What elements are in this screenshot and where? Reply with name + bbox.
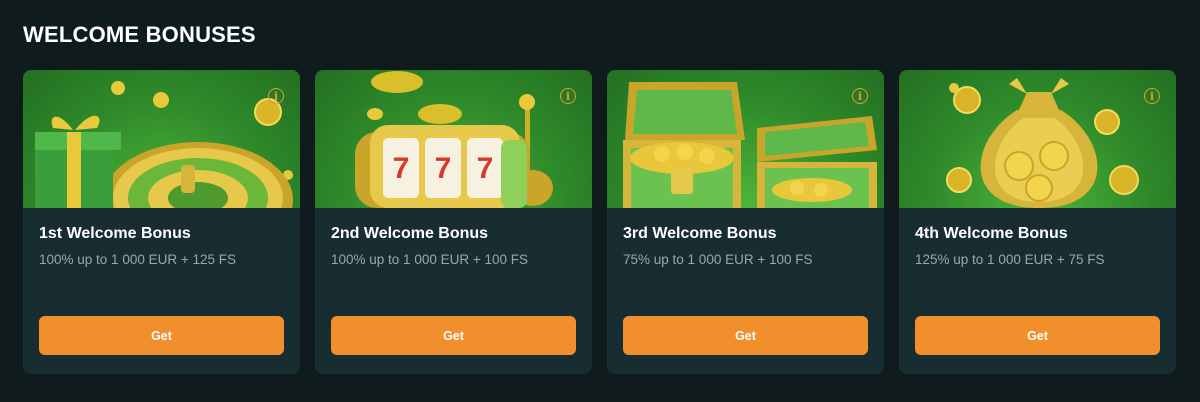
section-title: WELCOME BONUSES (23, 22, 256, 47)
bonus-card-title: 3rd Welcome Bonus (623, 225, 777, 242)
bonus-card-image (607, 70, 884, 208)
svg-text:7: 7 (477, 152, 494, 185)
bonus-card-description: 75% up to 1 000 EUR + 100 FS (623, 252, 813, 267)
svg-text:7: 7 (393, 152, 410, 185)
bonus-card-image (899, 70, 1176, 208)
bonus-card-3: 3rd Welcome Bonus 75% up to 1 000 EUR + … (607, 70, 884, 374)
info-icon[interactable]: i (1144, 88, 1160, 104)
bonus-card-1: 1st Welcome Bonus 100% up to 1 000 EUR +… (23, 70, 300, 374)
bonus-cards: 1st Welcome Bonus 100% up to 1 000 EUR +… (23, 70, 1176, 374)
bonus-card-description: 100% up to 1 000 EUR + 100 FS (331, 252, 529, 267)
bonus-card-image: 7 7 7 (315, 70, 592, 208)
info-icon[interactable]: i (560, 88, 576, 104)
bonus-card-4: 4th Welcome Bonus 125% up to 1 000 EUR +… (899, 70, 1176, 374)
bonus-card-description: 125% up to 1 000 EUR + 75 FS (915, 252, 1105, 267)
get-bonus-button[interactable]: Get (915, 316, 1160, 355)
get-bonus-button[interactable]: Get (623, 316, 868, 355)
bonus-card-description: 100% up to 1 000 EUR + 125 FS (39, 252, 237, 267)
slot-machine-icon: 7 7 7 (355, 71, 553, 208)
get-bonus-button[interactable]: Get (39, 316, 284, 355)
info-icon[interactable]: i (268, 88, 284, 104)
bonus-card-image (23, 70, 300, 208)
welcome-bonuses-page: WELCOME BONUSES 1st Welcome Bonus 100% u… (0, 0, 1200, 402)
money-bag-icon (946, 78, 1139, 208)
svg-text:7: 7 (435, 152, 452, 185)
get-bonus-button[interactable]: Get (331, 316, 576, 355)
bonus-card-title: 1st Welcome Bonus (39, 225, 191, 242)
treasure-chest-icon (623, 82, 877, 208)
bonus-card-title: 2nd Welcome Bonus (331, 225, 489, 242)
bonus-card-body: 2nd Welcome Bonus 100% up to 1 000 EUR +… (315, 208, 592, 267)
gift-roulette-icon (35, 81, 293, 208)
info-icon[interactable]: i (852, 88, 868, 104)
bonus-card-body: 1st Welcome Bonus 100% up to 1 000 EUR +… (23, 208, 300, 267)
bonus-card-title: 4th Welcome Bonus (915, 225, 1068, 242)
bonus-card-body: 3rd Welcome Bonus 75% up to 1 000 EUR + … (607, 208, 884, 267)
bonus-card-body: 4th Welcome Bonus 125% up to 1 000 EUR +… (899, 208, 1176, 267)
bonus-card-2: 7 7 7 2nd Welcome Bonus 100% up to 1 000… (315, 70, 592, 374)
